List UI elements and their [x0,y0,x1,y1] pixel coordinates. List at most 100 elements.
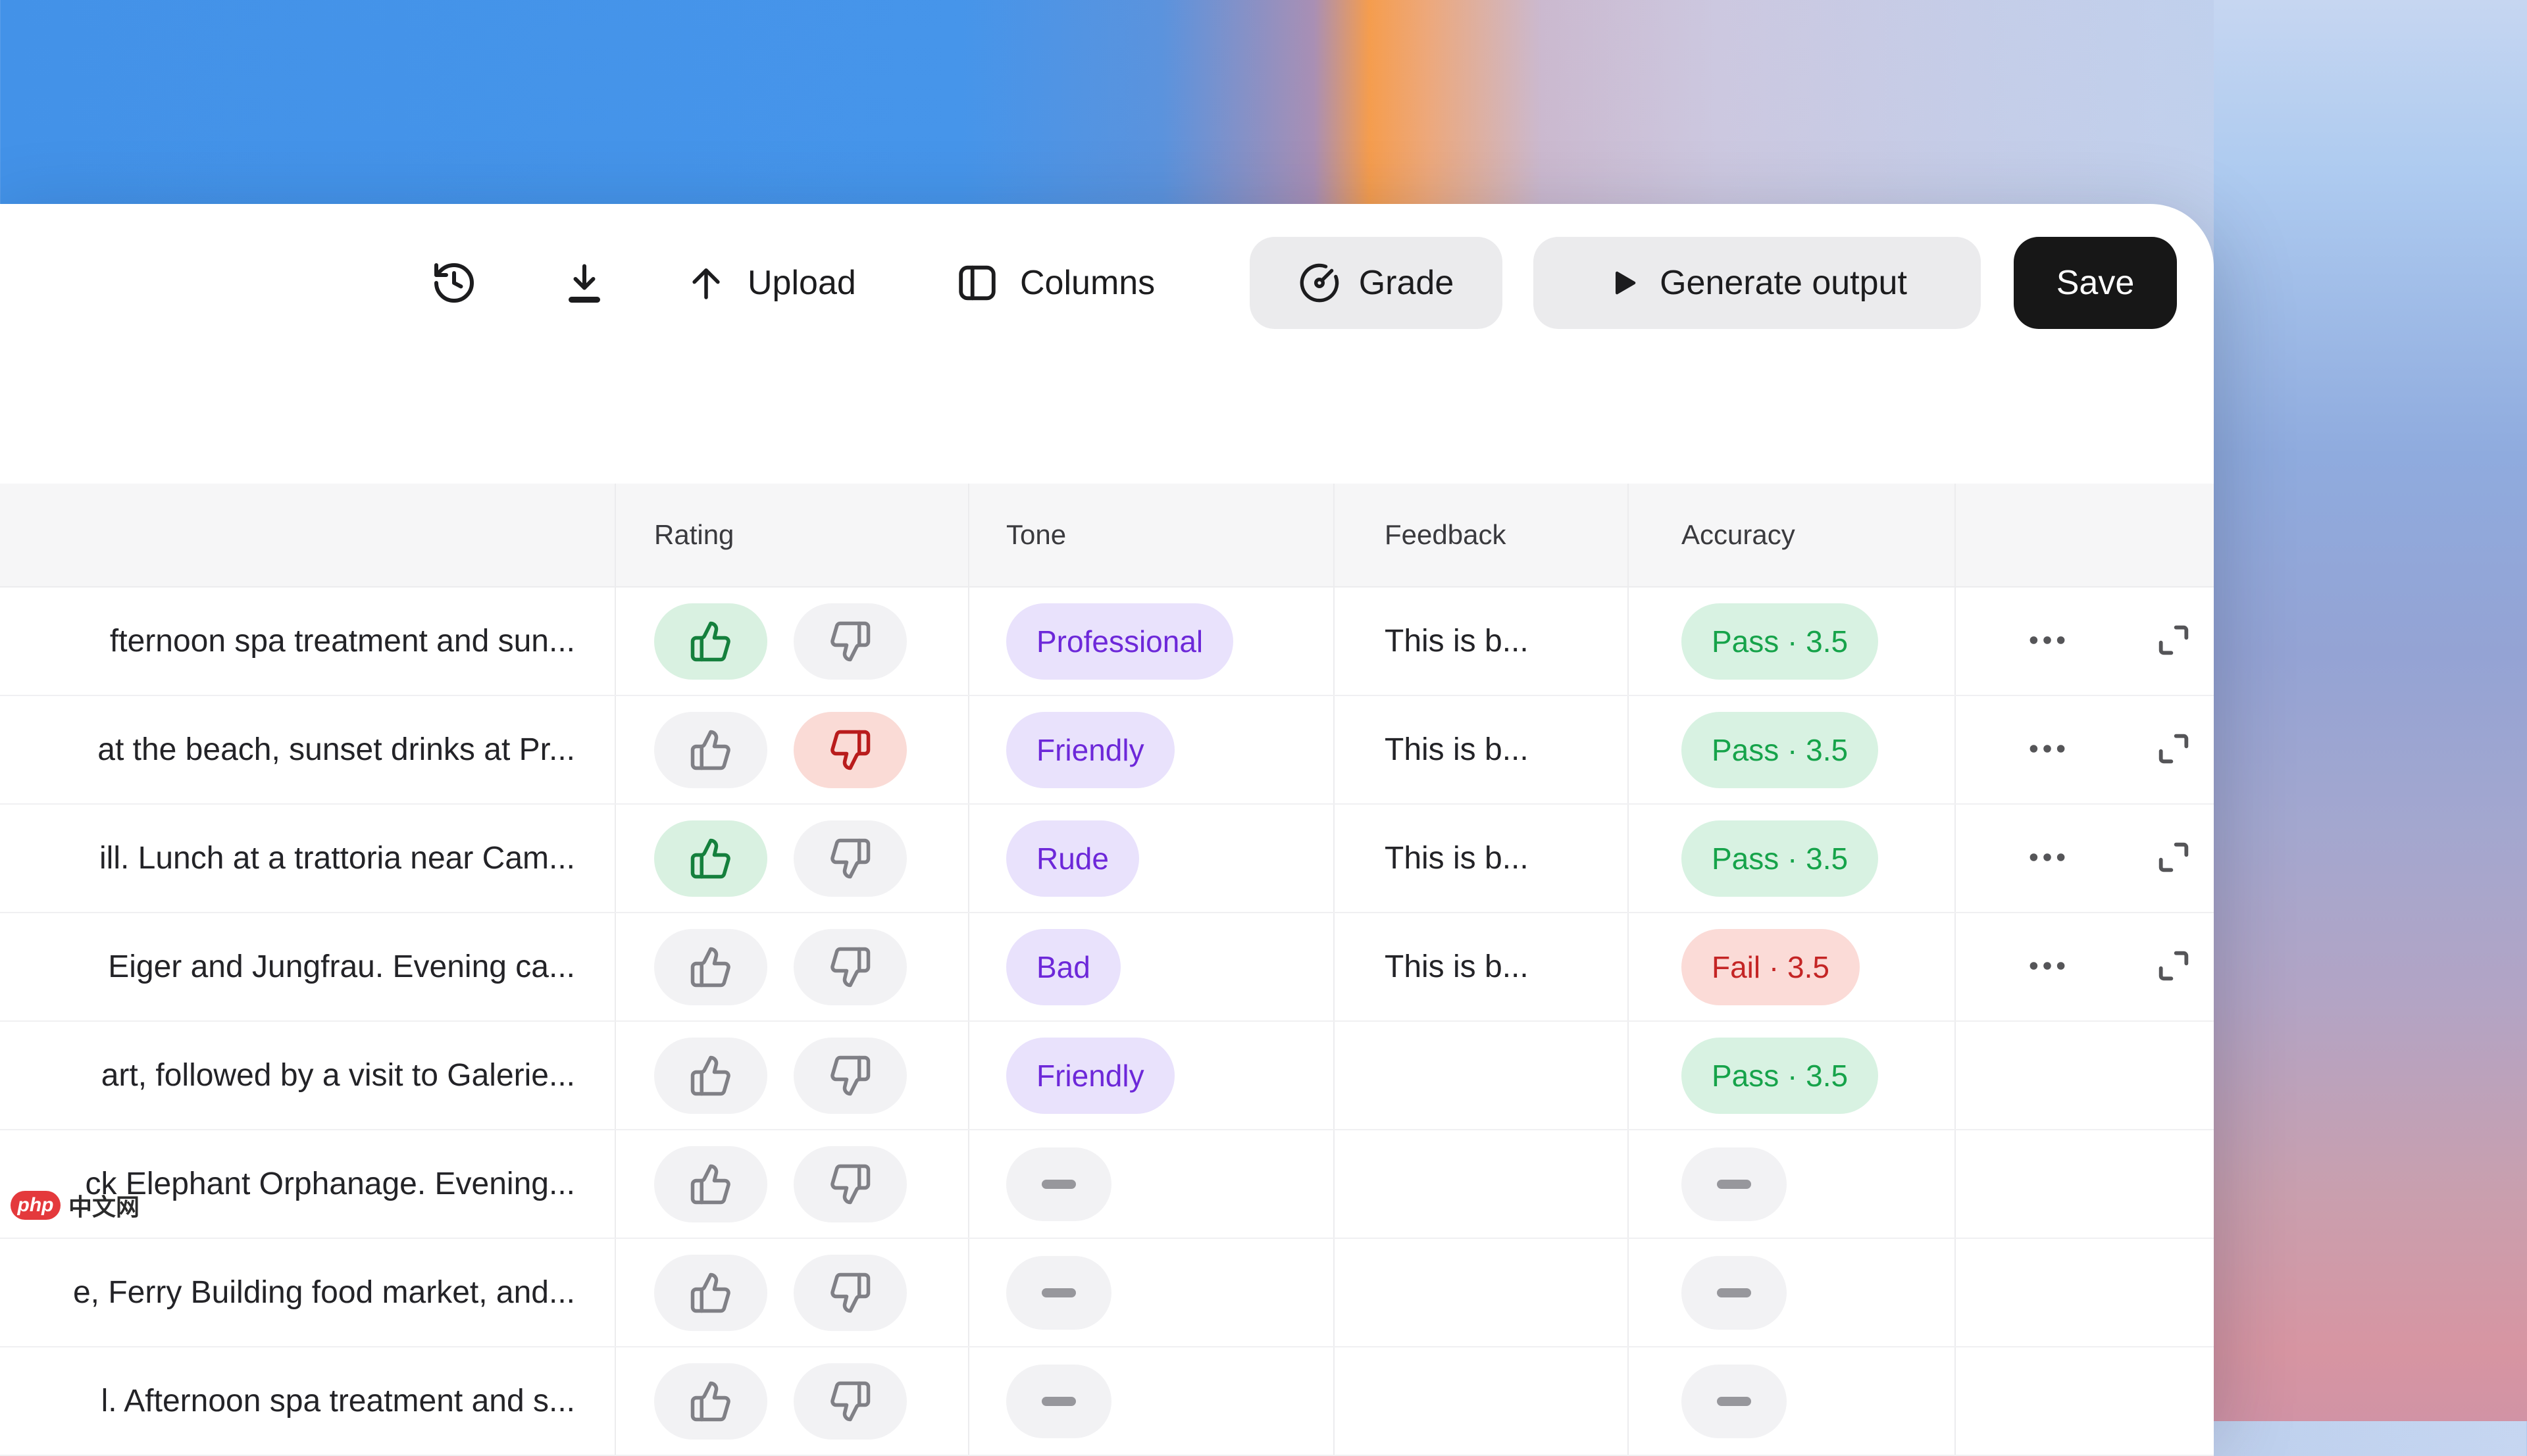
feedback-cell[interactable] [1333,1347,1627,1455]
thumbs-down-button[interactable] [794,1255,907,1331]
input-cell[interactable]: at the beach, sunset drinks at Pr... [0,696,615,803]
input-cell[interactable]: art, followed by a visit to Galerie... [0,1022,615,1129]
thumbs-down-button[interactable] [794,712,907,788]
thumbs-down-button[interactable] [794,929,907,1005]
feedback-cell[interactable] [1333,1239,1627,1346]
table-header-row: Rating Tone Feedback Accuracy [0,484,2214,588]
thumbs-up-icon [689,1380,732,1423]
actions-cell [1954,1347,2212,1455]
actions-cell [1954,805,2212,912]
header-accuracy-column[interactable]: Accuracy [1627,484,1954,586]
thumbs-up-button[interactable] [654,1146,767,1222]
accuracy-badge[interactable]: Pass · 3.5 [1681,1038,1878,1114]
rating-cell [615,1239,968,1346]
accuracy-cell[interactable]: Pass · 3.5 [1627,588,1954,695]
accuracy-cell[interactable]: Pass · 3.5 [1627,696,1954,803]
input-text: e, Ferry Building food market, and... [0,1274,615,1311]
tone-badge[interactable]: Bad [1006,929,1121,1005]
accuracy-cell[interactable]: Pass · 3.5 [1627,1022,1954,1129]
tone-badge[interactable]: Professional [1006,603,1233,680]
thumbs-down-button[interactable] [794,1363,907,1440]
thumbs-down-button[interactable] [794,1146,907,1222]
thumbs-down-button[interactable] [794,820,907,897]
input-text: art, followed by a visit to Galerie... [0,1057,615,1093]
feedback-cell[interactable]: This is b... [1333,913,1627,1020]
thumbs-up-icon [689,620,732,663]
grade-button[interactable]: Grade [1250,237,1502,329]
thumbs-up-button[interactable] [654,929,767,1005]
table-row: art, followed by a visit to Galerie... [0,1022,2214,1130]
thumbs-up-button[interactable] [654,1363,767,1440]
thumbs-up-button[interactable] [654,820,767,897]
tone-cell[interactable]: Friendly [968,696,1333,803]
thumbs-up-button[interactable] [654,603,767,680]
more-actions-button[interactable] [2026,727,2069,772]
expand-row-button[interactable] [2155,730,2193,770]
more-actions-button[interactable] [2026,836,2069,881]
accuracy-cell[interactable] [1627,1130,1954,1238]
expand-icon [2155,838,2193,878]
actions-cell [1954,913,2212,1020]
accuracy-badge[interactable]: Pass · 3.5 [1681,603,1878,680]
accuracy-badge[interactable]: Pass · 3.5 [1681,820,1878,897]
tone-cell[interactable]: Friendly [968,1022,1333,1129]
input-cell[interactable]: fternoon spa treatment and sun... [0,588,615,695]
history-button[interactable] [421,237,487,329]
rating-cell [615,805,968,912]
input-cell[interactable]: Eiger and Jungfrau. Evening ca... [0,913,615,1020]
input-cell[interactable]: e, Ferry Building food market, and... [0,1239,615,1346]
tone-badge[interactable]: Friendly [1006,712,1175,788]
download-button[interactable] [551,237,617,329]
feedback-cell[interactable]: This is b... [1333,805,1627,912]
thumbs-up-button[interactable] [654,1255,767,1331]
more-actions-button[interactable] [2026,618,2069,664]
generate-output-button[interactable]: Generate output [1533,237,1981,329]
upload-button[interactable]: Upload [684,237,856,329]
accuracy-cell[interactable] [1627,1347,1954,1455]
thumbs-down-icon [829,837,872,880]
thumbs-down-button[interactable] [794,603,907,680]
accuracy-badge[interactable]: Fail · 3.5 [1681,929,1860,1005]
thumbs-up-icon [689,1271,732,1315]
thumbs-down-button[interactable] [794,1038,907,1114]
tone-cell[interactable] [968,1130,1333,1238]
thumbs-down-icon [829,620,872,663]
header-rating-column[interactable]: Rating [615,484,968,586]
expand-row-button[interactable] [2155,838,2193,878]
feedback-cell[interactable] [1333,1130,1627,1238]
thumbs-up-button[interactable] [654,712,767,788]
table-row: ck Elephant Orphanage. Evening... [0,1130,2214,1239]
thumbs-up-icon [689,1054,732,1097]
tone-badge[interactable]: Friendly [1006,1038,1175,1114]
expand-row-button[interactable] [2155,621,2193,661]
tone-cell[interactable]: Professional [968,588,1333,695]
accuracy-cell[interactable]: Fail · 3.5 [1627,913,1954,1020]
input-cell[interactable]: ill. Lunch at a trattoria near Cam... [0,805,615,912]
accuracy-cell[interactable] [1627,1239,1954,1346]
columns-button[interactable]: Columns [954,237,1155,329]
rating-cell [615,1130,968,1238]
accuracy-cell[interactable]: Pass · 3.5 [1627,805,1954,912]
header-tone-column[interactable]: Tone [968,484,1333,586]
expand-row-button[interactable] [2155,947,2193,987]
save-label: Save [2056,263,2135,303]
save-button[interactable]: Save [2014,237,2177,329]
tone-cell[interactable]: Bad [968,913,1333,1020]
thumbs-up-button[interactable] [654,1038,767,1114]
tone-cell[interactable]: Rude [968,805,1333,912]
more-actions-button[interactable] [2026,944,2069,990]
tone-cell[interactable] [968,1239,1333,1346]
table-row: fternoon spa treatment and sun... [0,588,2214,696]
empty-value-pill [1006,1147,1111,1221]
header-feedback-column[interactable]: Feedback [1333,484,1627,586]
grade-label: Grade [1359,263,1454,303]
rating-cell [615,913,968,1020]
accuracy-badge[interactable]: Pass · 3.5 [1681,712,1878,788]
tone-cell[interactable] [968,1347,1333,1455]
tone-badge[interactable]: Rude [1006,820,1139,897]
input-cell[interactable]: l. Afternoon spa treatment and s... [0,1347,615,1455]
feedback-cell[interactable] [1333,1022,1627,1129]
feedback-cell[interactable]: This is b... [1333,696,1627,803]
feedback-cell[interactable]: This is b... [1333,588,1627,695]
generate-output-label: Generate output [1660,263,1907,303]
